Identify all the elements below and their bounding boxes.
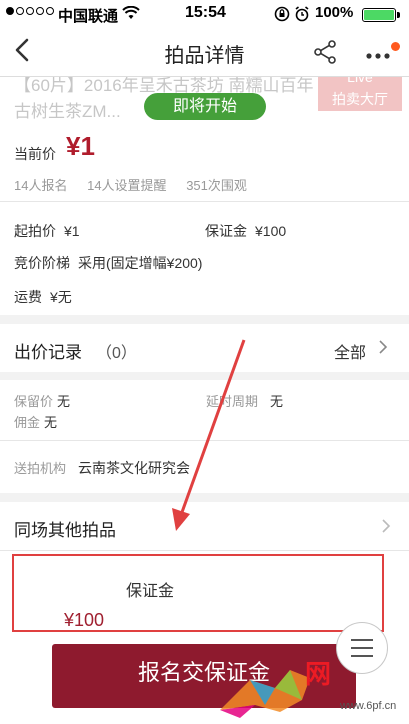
deposit-label: 保证金: [205, 223, 247, 239]
status-bar: 中国联通 15:54 100%: [0, 0, 409, 28]
notification-dot: [391, 42, 400, 51]
shipping-label: 运费: [14, 289, 42, 305]
start-price: 起拍价 ¥1: [14, 221, 80, 241]
sender-value: 云南茶文化研究会: [78, 460, 191, 476]
auction-hall-label: 拍卖大厅: [332, 91, 388, 107]
section-gap: [0, 372, 409, 380]
bid-increment: 竞价阶梯 采用(固定增幅¥200): [14, 253, 202, 273]
chevron-right-icon: [381, 515, 391, 542]
other-lots-row[interactable]: 同场其他拍品: [0, 502, 409, 551]
chevron-right-icon: [378, 336, 388, 364]
signal-icon: [6, 7, 54, 15]
section-gap: [0, 493, 409, 502]
sender-label: 送拍机构: [14, 461, 67, 476]
deposit-popup-title: 保证金: [126, 583, 175, 600]
start-price-label: 起拍价: [14, 223, 56, 239]
battery-percent: 100%: [315, 4, 354, 21]
start-price-value: ¥1: [64, 223, 80, 239]
deposit-popup-amount: ¥100: [64, 610, 105, 630]
live-label: Live: [347, 77, 373, 85]
rotation-lock-icon: [274, 6, 290, 26]
bid-increment-value: 采用(固定增幅¥200): [78, 255, 203, 271]
delay-period: 延时周期无: [206, 391, 283, 410]
reserve-value: 无: [57, 394, 71, 409]
more-dots-icon[interactable]: [366, 48, 390, 60]
delay-value: 无: [270, 394, 284, 409]
deposit-popup: 保证金 ¥100: [12, 554, 384, 632]
view-all-link[interactable]: 全部: [334, 339, 366, 363]
delay-label: 延时周期: [206, 394, 259, 409]
alarm-icon: [294, 6, 310, 26]
auction-stats: 14人报名 14人设置提醒 351次围观: [14, 175, 261, 194]
shipping-value: ¥无: [50, 289, 72, 305]
bid-record-row[interactable]: 出价记录 （0） 全部: [0, 324, 409, 372]
reminder-count: 14人设置提醒: [87, 178, 167, 193]
commission-value: 无: [44, 415, 58, 430]
deposit-value: ¥100: [255, 223, 287, 239]
carrier-label: 中国联通: [58, 8, 119, 25]
battery-tip: [397, 12, 400, 18]
reserve-price: 保留价无: [14, 391, 70, 410]
current-price-label: 当前价: [14, 146, 56, 162]
reserve-label: 保留价: [14, 394, 54, 409]
navigation-bar: 拍品详情: [0, 28, 409, 77]
bid-record-label: 出价记录: [14, 343, 82, 362]
status-badge: 即将开始: [144, 93, 266, 120]
commission: 佣金无: [14, 412, 57, 431]
wifi-icon: [122, 5, 140, 24]
sender-org: 送拍机构 云南茶文化研究会: [14, 458, 190, 478]
bid-record-count: （0）: [96, 345, 137, 362]
divider: [0, 201, 409, 202]
shipping-fee: 运费 ¥无: [14, 287, 72, 307]
section-gap: [0, 315, 409, 324]
watermark-url: www.6pf.cn: [340, 700, 397, 712]
share-icon[interactable]: [312, 39, 338, 70]
other-lots-label: 同场其他拍品: [14, 521, 116, 540]
commission-label: 佣金: [14, 415, 41, 430]
view-count: 351次围观: [186, 178, 247, 193]
divider: [0, 440, 409, 441]
bid-increment-label: 竞价阶梯: [14, 255, 70, 271]
deposit-info: 保证金 ¥100: [205, 221, 286, 241]
current-price-value: ¥1: [66, 131, 95, 161]
clock-time: 15:54: [185, 4, 226, 21]
signup-count: 14人报名: [14, 178, 68, 193]
battery-icon: [362, 8, 396, 22]
page-title: 拍品详情: [164, 45, 245, 67]
watermark-text: 网: [305, 660, 333, 690]
